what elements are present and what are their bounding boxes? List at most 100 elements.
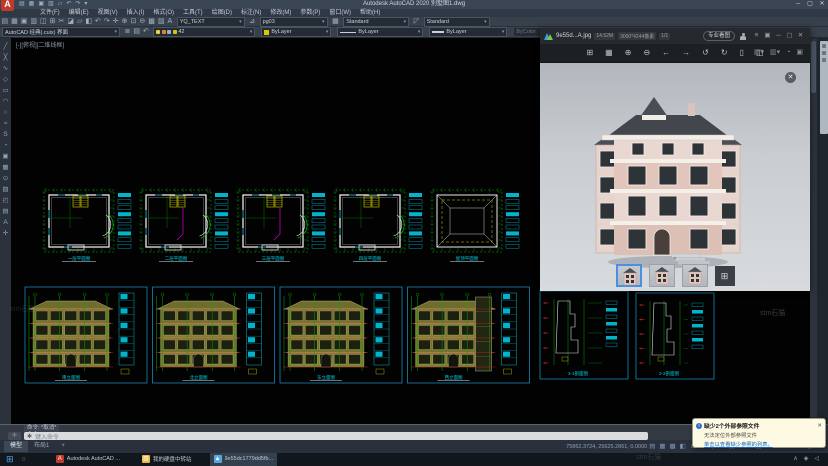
edit-tools-icon[interactable]: ▥▾ bbox=[770, 44, 780, 62]
mleader-style-combo[interactable]: Standard▾ bbox=[424, 17, 490, 27]
dim-style-combo[interactable]: pg03▾ bbox=[260, 17, 328, 27]
redo-icon[interactable]: ↷ bbox=[104, 17, 110, 27]
task-folder[interactable]: ▨我的硬盘中转站 bbox=[138, 453, 196, 466]
lineweight-combo[interactable]: ByLayer▾ bbox=[429, 27, 507, 37]
table-icon[interactable]: ▤ bbox=[2, 206, 8, 217]
pan-icon[interactable]: ✛ bbox=[113, 17, 119, 27]
fullscreen-icon[interactable]: ⊞ bbox=[586, 44, 593, 62]
viewer-close-button[interactable]: ✕ bbox=[795, 28, 806, 44]
linetype-combo[interactable]: ByLayer▾ bbox=[337, 27, 423, 37]
layer-prev-icon[interactable]: ↶ bbox=[143, 27, 149, 37]
browse-thumbnails-icon[interactable]: ▦ bbox=[605, 44, 613, 62]
task-autocad[interactable]: AAutodesk AutoCAD ... bbox=[52, 453, 124, 466]
floor-plan[interactable]: 屋顶平面图 bbox=[430, 188, 519, 262]
snap-mode-toggle[interactable]: ▩ bbox=[670, 440, 676, 453]
plot-preview-icon[interactable]: ◫ bbox=[40, 17, 47, 27]
table-style-combo[interactable]: Standard▾ bbox=[343, 17, 409, 27]
ellipse-icon[interactable]: ◔ bbox=[4, 140, 8, 151]
model-space-toggle[interactable]: ▤ bbox=[649, 440, 655, 453]
workspace-combo[interactable]: AutoCAD 经典(.cuix) 界面▾ bbox=[2, 27, 120, 37]
elevation-drawing[interactable]: 南立面图 bbox=[25, 287, 147, 383]
tool-dot-icon[interactable] bbox=[822, 44, 826, 48]
zoom-in-icon[interactable]: ⊕ bbox=[625, 44, 632, 62]
viewport-controls[interactable]: [-][俯视][二维线框] bbox=[16, 40, 64, 49]
layer-combo[interactable]: 42 ▾ bbox=[153, 27, 255, 37]
save-icon[interactable]: ▣ bbox=[21, 17, 28, 27]
viewer-maximize-button[interactable]: ▢ bbox=[784, 28, 795, 44]
elevation-drawing[interactable]: 北立面图 bbox=[153, 287, 275, 383]
copy-icon[interactable]: ◪ bbox=[67, 17, 74, 27]
point-icon[interactable]: ⊙ bbox=[3, 173, 8, 184]
open-icon[interactable]: ▦ bbox=[11, 17, 18, 27]
thumbnail-render-side[interactable] bbox=[682, 264, 708, 287]
info-icon[interactable]: ◔ bbox=[786, 44, 790, 62]
thumbnails-collapse-caret[interactable]: ▾ bbox=[540, 255, 810, 262]
minimize-button[interactable]: ─ bbox=[792, 0, 804, 9]
circle-icon[interactable]: ○ bbox=[4, 107, 8, 118]
infer-constraints-toggle[interactable]: ◧ bbox=[680, 440, 686, 453]
zoom-previous-icon[interactable]: ⊖ bbox=[139, 17, 145, 27]
start-button[interactable]: ⊞ bbox=[6, 453, 14, 466]
publish-icon[interactable]: ⊞ bbox=[50, 17, 56, 27]
notification-link[interactable]: 单击以查看缺少参照的列表。 bbox=[704, 440, 822, 448]
zoom-out-icon[interactable]: ⊖ bbox=[643, 44, 650, 62]
vertical-scrollbar[interactable] bbox=[810, 38, 817, 424]
rectangle-icon[interactable]: ▭ bbox=[2, 85, 8, 96]
viewer-menu-button[interactable]: ≡ bbox=[751, 28, 762, 44]
revision-cloud-icon[interactable]: ≈ bbox=[4, 118, 8, 129]
floor-plan[interactable]: 二层平面图 bbox=[139, 188, 228, 262]
task-image-viewer[interactable]: ▲9e55dc1779dd5fb... bbox=[210, 453, 278, 466]
plot-icon[interactable]: ▥ bbox=[30, 17, 37, 27]
tray-expand-icon[interactable]: ∧ bbox=[793, 453, 797, 466]
floor-plan[interactable]: 三层平面图 bbox=[236, 188, 325, 262]
next-image-icon[interactable]: → bbox=[682, 44, 690, 62]
layer-states-icon[interactable]: ▤ bbox=[133, 27, 140, 37]
zoom-window-icon[interactable]: ⊡ bbox=[131, 17, 137, 27]
notification-close-icon[interactable]: ✕ bbox=[817, 423, 822, 429]
elevation-drawing[interactable]: 东立面图 bbox=[280, 287, 402, 383]
section-drawing[interactable]: 1-1剖面图 bbox=[540, 291, 628, 379]
floor-plan[interactable]: 一层平面图 bbox=[42, 188, 131, 262]
color-combo[interactable]: ByLayer▾ bbox=[261, 27, 331, 37]
arc-icon[interactable]: ◠ bbox=[3, 96, 9, 107]
previous-image-icon[interactable]: ← bbox=[662, 44, 670, 62]
text-style-combo[interactable]: YQ_TEXT▾ bbox=[177, 17, 245, 27]
tab-layout1[interactable]: 布局1 bbox=[28, 441, 55, 452]
text-icon[interactable]: A bbox=[3, 217, 7, 228]
scrollbar-thumb[interactable] bbox=[811, 41, 816, 93]
viewer-minimize-button[interactable]: ─ bbox=[773, 28, 784, 44]
tab-add[interactable]: + bbox=[55, 441, 71, 452]
polyline-icon[interactable]: ∿ bbox=[3, 63, 8, 74]
command-input[interactable]: ✱ 键入命令 bbox=[24, 432, 648, 440]
account-icon[interactable] bbox=[739, 32, 747, 40]
close-overlay-button[interactable]: ✕ bbox=[785, 72, 796, 83]
delete-image-icon[interactable]: ▯ bbox=[740, 44, 744, 62]
close-button[interactable]: ✕ bbox=[816, 0, 828, 9]
cut-icon[interactable]: ✂ bbox=[59, 17, 65, 27]
undo-icon[interactable]: ↶ bbox=[95, 17, 101, 27]
insert-block-icon[interactable]: ▣ bbox=[2, 151, 8, 162]
autocad-logo-icon[interactable]: A bbox=[1, 0, 14, 11]
zoom-realtime-icon[interactable]: ⊕ bbox=[122, 17, 128, 27]
volume-icon[interactable]: ◁ bbox=[814, 453, 819, 466]
make-block-icon[interactable]: ▦ bbox=[2, 162, 8, 173]
taskbar-search-icon[interactable]: ○ bbox=[22, 456, 26, 463]
settings-icon[interactable]: ▣ bbox=[796, 44, 803, 62]
properties-icon[interactable]: ▩ bbox=[148, 17, 155, 27]
rotate-left-icon[interactable]: ↺ bbox=[702, 44, 709, 62]
thumbnail-render-front[interactable] bbox=[616, 264, 642, 287]
maximize-button[interactable]: ▢ bbox=[804, 0, 816, 9]
section-drawing[interactable]: 2-2剖面图 bbox=[636, 293, 714, 379]
tool-dot-icon[interactable] bbox=[822, 58, 826, 62]
polygon-icon[interactable]: ◇ bbox=[3, 74, 8, 85]
customize-icon[interactable]: ✱ bbox=[27, 433, 32, 440]
dimension-icon[interactable]: ✛ bbox=[3, 228, 8, 239]
paste-icon[interactable]: ▱ bbox=[77, 17, 82, 27]
network-icon[interactable]: ◈ bbox=[804, 453, 809, 466]
view-mode-icon[interactable]: ▤▾ bbox=[754, 44, 764, 62]
region-icon[interactable]: ◰ bbox=[2, 195, 8, 206]
floor-plan[interactable]: 四层平面图 bbox=[333, 188, 422, 262]
designcenter-icon[interactable]: ▨ bbox=[158, 17, 165, 27]
spline-icon[interactable]: S bbox=[3, 129, 7, 140]
elevation-drawing[interactable]: 西立面图 bbox=[408, 287, 530, 383]
